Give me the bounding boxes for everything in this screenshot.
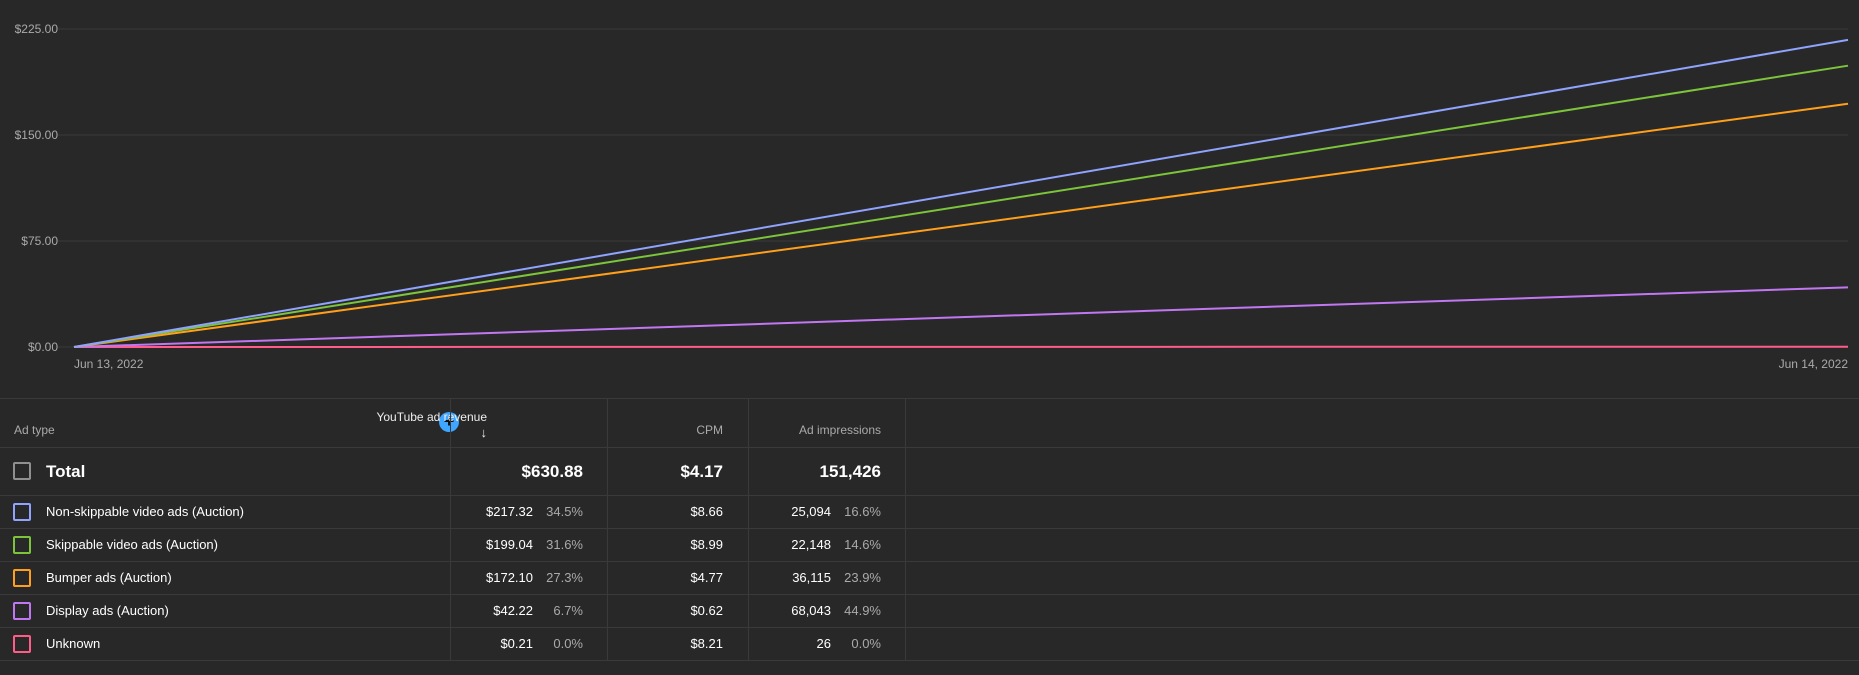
column-divider — [450, 496, 451, 528]
column-divider — [748, 496, 749, 528]
row-impressions-pct: 14.6% — [844, 537, 881, 552]
row-revenue-pct: 6.7% — [553, 603, 583, 618]
column-header-cpm[interactable]: CPM — [696, 423, 723, 437]
column-divider — [905, 562, 906, 594]
series-line[interactable] — [73, 102, 1849, 348]
column-divider — [450, 529, 451, 561]
row-label: Skippable video ads (Auction) — [46, 537, 218, 552]
ad-type-table: Ad type + YouTube ad revenue↓ CPM Ad imp… — [0, 399, 1859, 661]
column-divider — [450, 595, 451, 627]
column-divider — [748, 595, 749, 627]
row-cpm: $0.62 — [690, 603, 723, 618]
row-checkbox[interactable] — [13, 536, 31, 554]
column-divider — [905, 448, 906, 495]
y-tick-label: $150.00 — [15, 128, 59, 142]
row-checkbox[interactable] — [13, 602, 31, 620]
row-impressions-pct: 0.0% — [851, 636, 881, 651]
row-checkbox[interactable] — [13, 503, 31, 521]
y-tick-label: $225.00 — [15, 22, 59, 36]
table-row: Display ads (Auction) $42.22 6.7% $0.62 … — [0, 595, 1859, 628]
column-divider — [905, 399, 906, 447]
y-tick-label: $75.00 — [21, 234, 58, 248]
row-cpm: $4.77 — [690, 570, 723, 585]
row-revenue-pct: 0.0% — [553, 636, 583, 651]
row-cpm: $8.21 — [690, 636, 723, 651]
row-impressions-pct: 16.6% — [844, 504, 881, 519]
column-divider — [607, 595, 608, 627]
table-row-total: Total $630.88 $4.17 151,426 — [0, 448, 1859, 496]
column-divider — [607, 562, 608, 594]
row-revenue-pct: 27.3% — [546, 570, 583, 585]
y-tick-label: $0.00 — [28, 340, 58, 354]
row-revenue: $217.32 — [486, 504, 533, 519]
row-label: Display ads (Auction) — [46, 603, 169, 618]
total-checkbox[interactable] — [13, 462, 31, 480]
row-label: Unknown — [46, 636, 101, 651]
column-divider — [748, 562, 749, 594]
column-divider — [607, 529, 608, 561]
column-divider — [748, 529, 749, 561]
revenue-chart: $0.00 $75.00 $150.00 $225.00 Jun 13, 2022 Jun… — [0, 0, 1859, 398]
x-tick-label: Jun 14, 2022 — [1779, 357, 1849, 371]
total-revenue: $630.88 — [521, 462, 583, 481]
row-impressions-pct: 44.9% — [844, 603, 881, 618]
row-impressions-pct: 23.9% — [844, 570, 881, 585]
column-divider — [748, 628, 749, 660]
row-impressions: 68,043 — [791, 603, 831, 618]
column-divider — [450, 448, 451, 495]
row-impressions: 22,148 — [791, 537, 831, 552]
row-revenue: $42.22 — [493, 603, 533, 618]
row-revenue: $172.10 — [486, 570, 533, 585]
row-cpm: $8.99 — [690, 537, 723, 552]
column-header-revenue-label: YouTube ad revenue — [376, 410, 487, 424]
line-chart-svg: $0.00 $75.00 $150.00 $225.00 Jun 13, 2022 Jun… — [15, 22, 1849, 371]
series-line[interactable] — [73, 38, 1849, 348]
column-divider — [905, 595, 906, 627]
row-cpm: $8.66 — [690, 504, 723, 519]
column-divider — [905, 529, 906, 561]
arrow-down-icon[interactable]: ↓ — [481, 425, 488, 441]
row-impressions: 36,115 — [792, 570, 831, 585]
row-revenue: $199.04 — [486, 537, 533, 552]
column-divider — [607, 496, 608, 528]
total-label: Total — [46, 462, 86, 481]
x-tick-label: Jun 13, 2022 — [74, 357, 144, 371]
column-divider — [607, 399, 608, 447]
table-row: Unknown $0.21 0.0% $8.21 26 0.0% — [0, 628, 1859, 661]
column-divider — [450, 562, 451, 594]
row-label: Non-skippable video ads (Auction) — [46, 504, 244, 519]
row-label: Bumper ads (Auction) — [46, 570, 172, 585]
row-checkbox[interactable] — [13, 569, 31, 587]
row-checkbox[interactable] — [13, 635, 31, 653]
column-divider — [748, 448, 749, 495]
column-divider — [607, 448, 608, 495]
row-impressions: 26 — [816, 636, 831, 651]
column-divider — [905, 496, 906, 528]
total-cpm: $4.17 — [680, 462, 723, 481]
column-divider — [905, 628, 906, 660]
column-header-ad-type[interactable]: Ad type — [14, 423, 55, 437]
column-divider — [450, 399, 451, 447]
column-divider — [748, 399, 749, 447]
row-revenue-pct: 31.6% — [546, 537, 583, 552]
table-row: Skippable video ads (Auction) $199.04 31… — [0, 529, 1859, 562]
total-impressions: 151,426 — [819, 462, 881, 481]
row-revenue: $0.21 — [500, 636, 533, 651]
column-divider — [450, 628, 451, 660]
row-impressions: 25,094 — [791, 504, 831, 519]
table-row: Bumper ads (Auction) $172.10 27.3% $4.77… — [0, 562, 1859, 595]
table-row: Non-skippable video ads (Auction) $217.3… — [0, 496, 1859, 529]
row-revenue-pct: 34.5% — [546, 504, 583, 519]
column-header-revenue[interactable]: YouTube ad revenue↓ — [367, 409, 487, 441]
table-header-row: Ad type + YouTube ad revenue↓ CPM Ad imp… — [0, 399, 1859, 448]
series-line[interactable] — [73, 286, 1849, 348]
column-divider — [607, 628, 608, 660]
series-line[interactable] — [73, 64, 1849, 348]
column-header-impressions[interactable]: Ad impressions — [799, 423, 881, 437]
